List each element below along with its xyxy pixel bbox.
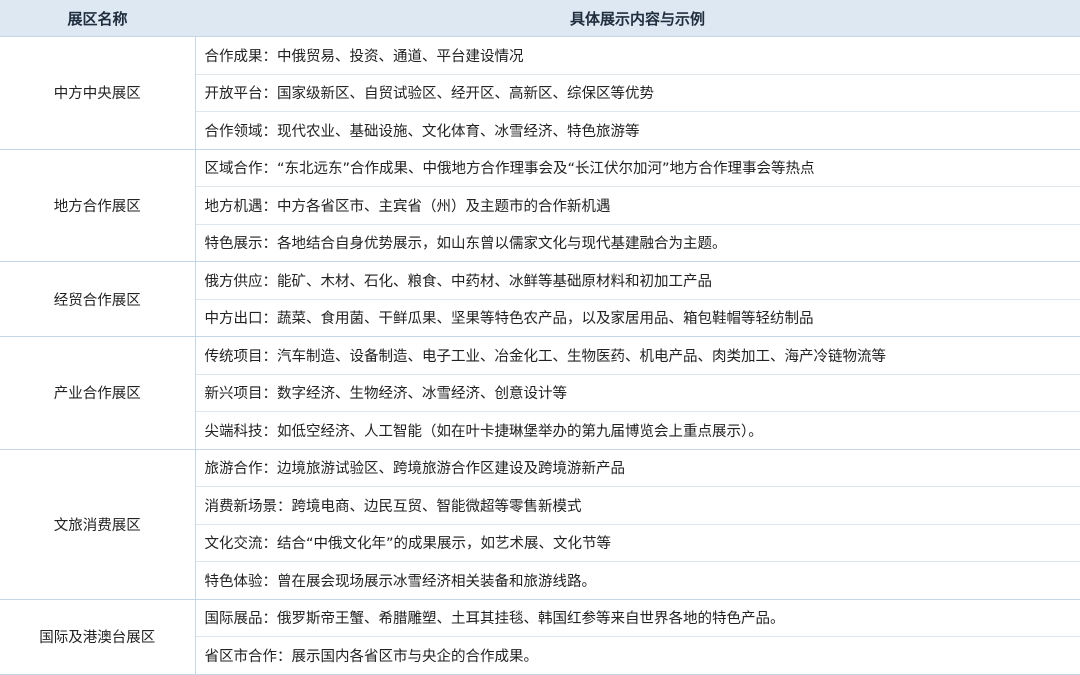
content-cell: 旅游合作：边境旅游试验区、跨境旅游合作区建设及跨境游新产品 xyxy=(195,448,1080,487)
table-header-row: 展区名称 具体展示内容与示例 xyxy=(0,0,1080,37)
content-cell: 区域合作：“东北远东”合作成果、中俄地方合作理事会及“长江伏尔加河”地方合作理事… xyxy=(195,148,1080,187)
table-row: 中方中央展区 合作成果：中俄贸易、投资、通道、平台建设情况 xyxy=(0,36,1080,150)
content-cell: 传统项目：汽车制造、设备制造、电子工业、冶金化工、生物医药、机电产品、肉类加工、… xyxy=(195,336,1080,374)
zone-name-cell: 经贸合作展区 xyxy=(0,261,196,337)
header-content: 具体展示内容与示例 xyxy=(195,0,1080,37)
content-cell: 中方出口：蔬菜、食用菌、干鲜瓜果、坚果等特色农产品，以及家居用品、箱包鞋帽等轻纺… xyxy=(195,298,1080,337)
content-cell: 尖端科技：如低空经济、人工智能（如在叶卡捷琳堡举办的第九届博览会上重点展示）。 xyxy=(195,411,1080,449)
content-cell: 开放平台：国家级新区、自贸试验区、经开区、高新区、综保区等优势 xyxy=(195,73,1080,112)
header-zone-name: 展区名称 xyxy=(0,0,195,37)
table-row: 地方合作展区 区域合作：“东北远东”合作成果、中俄地方合作理事会及“长江伏尔加河… xyxy=(0,148,1080,262)
zone-name-cell: 产业合作展区 xyxy=(0,336,196,450)
content-cell: 地方机遇：中方各省区市、主宾省（州）及主题市的合作新机遇 xyxy=(195,186,1080,224)
content-cell: 文化交流：结合“中俄文化年”的成果展示，如艺术展、文化节等 xyxy=(195,523,1080,562)
table-row: 国际及港澳台展区 国际展品：俄罗斯帝王蟹、希腊雕塑、土耳其挂毯、韩国红参等来自世… xyxy=(0,598,1080,675)
zone-name-cell: 国际及港澳台展区 xyxy=(0,598,196,675)
zone-name-cell: 中方中央展区 xyxy=(0,36,196,150)
content-cell: 合作领域：现代农业、基础设施、文化体育、冰雪经济、特色旅游等 xyxy=(195,111,1080,149)
content-cell: 省区市合作：展示国内各省区市与央企的合作成果。 xyxy=(195,636,1080,675)
table-row: 产业合作展区 传统项目：汽车制造、设备制造、电子工业、冶金化工、生物医药、机电产… xyxy=(0,336,1080,450)
content-cell: 特色体验：曾在展会现场展示冰雪经济相关装备和旅游线路。 xyxy=(195,561,1080,599)
table-row: 文旅消费展区 旅游合作：边境旅游试验区、跨境旅游合作区建设及跨境游新产品 xyxy=(0,448,1080,600)
content-cell: 俄方供应：能矿、木材、石化、粮食、中药材、冰鲜等基础原材料和初加工产品 xyxy=(195,261,1080,299)
content-cell: 特色展示：各地结合自身优势展示，如山东曾以儒家文化与现代基建融合为主题。 xyxy=(195,223,1080,262)
exhibit-zone-table: 展区名称 具体展示内容与示例 中方中央展区 合作成果：中俄贸易、投资、通道、平台… xyxy=(0,0,1080,675)
content-cell: 消费新场景：跨境电商、边民互贸、智能微超等零售新模式 xyxy=(195,486,1080,524)
content-cell: 新兴项目：数字经济、生物经济、冰雪经济、创意设计等 xyxy=(195,373,1080,412)
content-cell: 国际展品：俄罗斯帝王蟹、希腊雕塑、土耳其挂毯、韩国红参等来自世界各地的特色产品。 xyxy=(195,598,1080,637)
zone-name-cell: 地方合作展区 xyxy=(0,148,196,262)
table-row: 经贸合作展区 俄方供应：能矿、木材、石化、粮食、中药材、冰鲜等基础原材料和初加工… xyxy=(0,261,1080,337)
content-cell: 合作成果：中俄贸易、投资、通道、平台建设情况 xyxy=(195,36,1080,74)
zone-name-cell: 文旅消费展区 xyxy=(0,448,196,600)
